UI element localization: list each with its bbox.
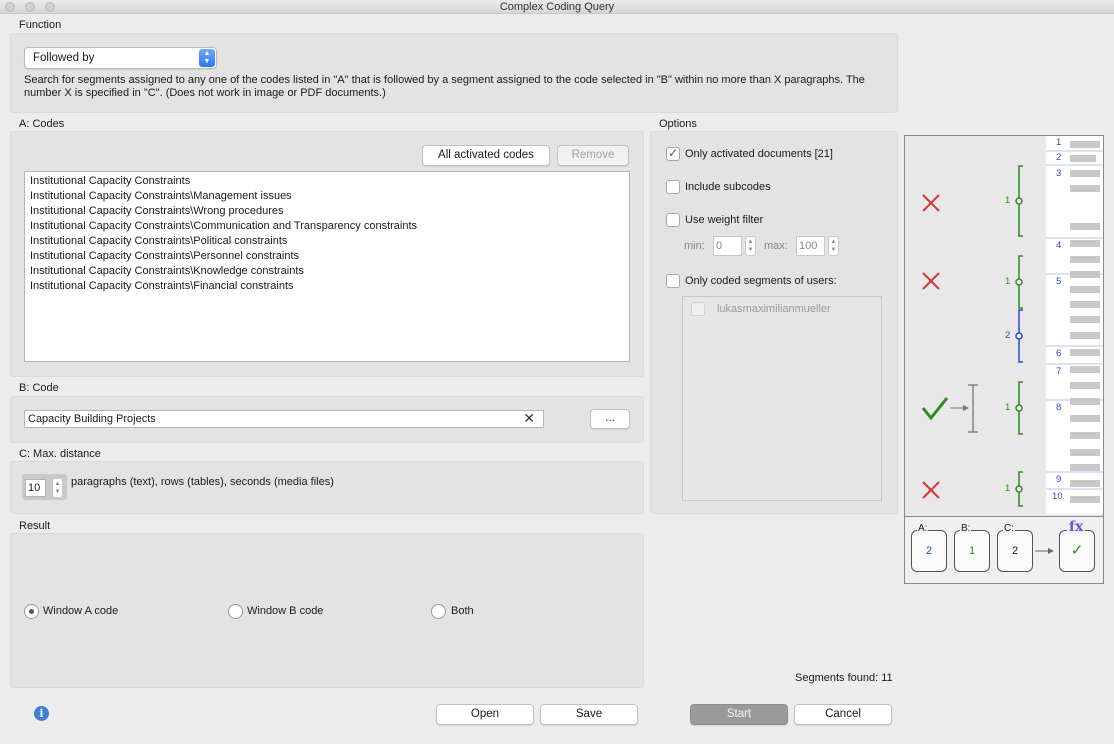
function-select[interactable]: Followed by ▲ ▼ (24, 47, 217, 69)
list-item[interactable]: Institutional Capacity Constraints (25, 174, 629, 189)
card-c: C: 2 (997, 523, 1033, 572)
distance-unit-text: paragraphs (text), rows (tables), second… (71, 476, 334, 488)
card-a: A: 2 (911, 523, 947, 572)
line-number: 8 (1056, 402, 1062, 413)
result-label: Result (19, 520, 51, 532)
marker-number: 1 (1005, 195, 1011, 206)
arrow-right-icon (1035, 548, 1054, 554)
line-number: 4 (1056, 240, 1062, 251)
marker-number: 1 (1005, 276, 1011, 287)
only-users-label[interactable]: Only coded segments of users: (685, 275, 837, 287)
segments-found: Segments found: 11 (795, 672, 893, 684)
user-checkbox[interactable] (691, 302, 705, 316)
segment-markers (921, 165, 1023, 507)
marker-number: 1 (1005, 483, 1011, 494)
red-x-icon (922, 194, 940, 212)
list-item[interactable]: Institutional Capacity Constraints\Manag… (25, 189, 629, 204)
browse-code-button[interactable]: ... (590, 409, 630, 429)
card-a-label: A: (917, 523, 929, 534)
red-x-icon (922, 481, 940, 499)
codes-a-label: A: Codes (19, 118, 65, 130)
code-b-field[interactable]: Capacity Building Projects ✕ (24, 410, 544, 428)
line-number: 10 (1052, 491, 1063, 502)
radio-window-b-label[interactable]: Window B code (247, 605, 323, 617)
function-panel (10, 33, 898, 113)
list-item[interactable]: Institutional Capacity Constraints\Polit… (25, 234, 629, 249)
code-b-value: Capacity Building Projects (28, 413, 156, 425)
list-item[interactable]: Institutional Capacity Constraints\Knowl… (25, 264, 629, 279)
radio-both-label[interactable]: Both (451, 605, 474, 617)
check-icon: ✓ (1070, 542, 1084, 559)
all-activated-codes-button[interactable]: All activated codes (422, 145, 550, 166)
min-label: min: (684, 240, 705, 252)
open-button[interactable]: Open (436, 704, 534, 725)
function-description: Search for segments assigned to any one … (24, 74, 865, 99)
remove-button[interactable]: Remove (557, 145, 629, 166)
code-b-label: B: Code (19, 382, 59, 394)
fx-icon: fx (1067, 519, 1086, 535)
line-number: 7 (1056, 366, 1062, 377)
function-label: Function (19, 19, 62, 31)
line-number: 5 (1056, 276, 1062, 287)
save-button[interactable]: Save (540, 704, 638, 725)
document-column: 1 2 3 4 5 6 7 8 9 10 (1046, 136, 1103, 514)
function-select-value: Followed by (33, 52, 95, 64)
users-list[interactable]: lukasmaximilianmueller (682, 296, 882, 501)
include-subcodes-checkbox[interactable] (666, 180, 680, 194)
distance-input[interactable]: 10 (25, 479, 46, 497)
info-icon[interactable]: i (34, 706, 49, 721)
marker-number: 1 (1005, 402, 1011, 413)
red-x-icon (922, 272, 940, 290)
card-b-value: 1 (968, 545, 976, 557)
only-users-checkbox[interactable] (666, 274, 680, 288)
max-input[interactable]: 100 (796, 236, 825, 256)
line-number: 9 (1056, 474, 1062, 485)
weight-filter-checkbox[interactable] (666, 213, 680, 227)
line-number: 6 (1056, 348, 1062, 359)
chevron-updown-icon: ▲ ▼ (199, 49, 215, 67)
min-input[interactable]: 0 (713, 236, 742, 256)
radio-window-b[interactable] (228, 604, 243, 619)
list-item[interactable]: Institutional Capacity Constraints\Perso… (25, 249, 629, 264)
min-stepper[interactable]: ▲ ▼ (745, 236, 756, 256)
codes-a-list[interactable]: Institutional Capacity Constraints Insti… (24, 171, 630, 362)
clear-icon[interactable]: ✕ (523, 410, 535, 427)
line-number: 2 (1056, 152, 1062, 163)
green-check-icon (921, 397, 949, 421)
window-title: Complex Coding Query (499, 1, 615, 13)
radio-window-a[interactable] (24, 604, 39, 619)
card-b-label: B: (960, 523, 972, 534)
list-item[interactable]: Institutional Capacity Constraints\Commu… (25, 219, 629, 234)
card-a-value: 2 (925, 545, 933, 557)
options-label: Options (659, 118, 697, 130)
start-button[interactable]: Start (690, 704, 788, 725)
distance-stepper[interactable]: ▲ ▼ (52, 478, 63, 498)
marker-number: 2 (1005, 330, 1011, 341)
radio-window-a-label[interactable]: Window A code (43, 605, 118, 617)
card-b: B: 1 (954, 523, 990, 572)
card-c-value: 2 (1011, 545, 1019, 557)
cancel-button[interactable]: Cancel (794, 704, 892, 725)
distance-c-label: C: Max. distance (19, 448, 101, 460)
max-stepper[interactable]: ▲ ▼ (828, 236, 839, 256)
only-activated-docs-checkbox[interactable] (666, 146, 680, 161)
max-label: max: (764, 240, 788, 252)
weight-filter-label[interactable]: Use weight filter (685, 214, 763, 226)
radio-both[interactable] (431, 604, 446, 619)
include-subcodes-label[interactable]: Include subcodes (685, 181, 771, 193)
line-number: 1 (1056, 137, 1062, 148)
only-activated-docs-label[interactable]: Only activated documents [21] (685, 148, 833, 160)
blurred-document-text (1046, 141, 1103, 503)
card-c-label: C: (1003, 523, 1015, 534)
list-item[interactable]: Institutional Capacity Constraints\Finan… (25, 279, 629, 294)
user-label: lukasmaximilianmueller (717, 303, 831, 315)
list-item[interactable]: Institutional Capacity Constraints\Wrong… (25, 204, 629, 219)
line-number: 3 (1056, 168, 1062, 179)
title-bar: Complex Coding Query (0, 0, 1114, 14)
card-result: ✓ (1059, 530, 1095, 572)
